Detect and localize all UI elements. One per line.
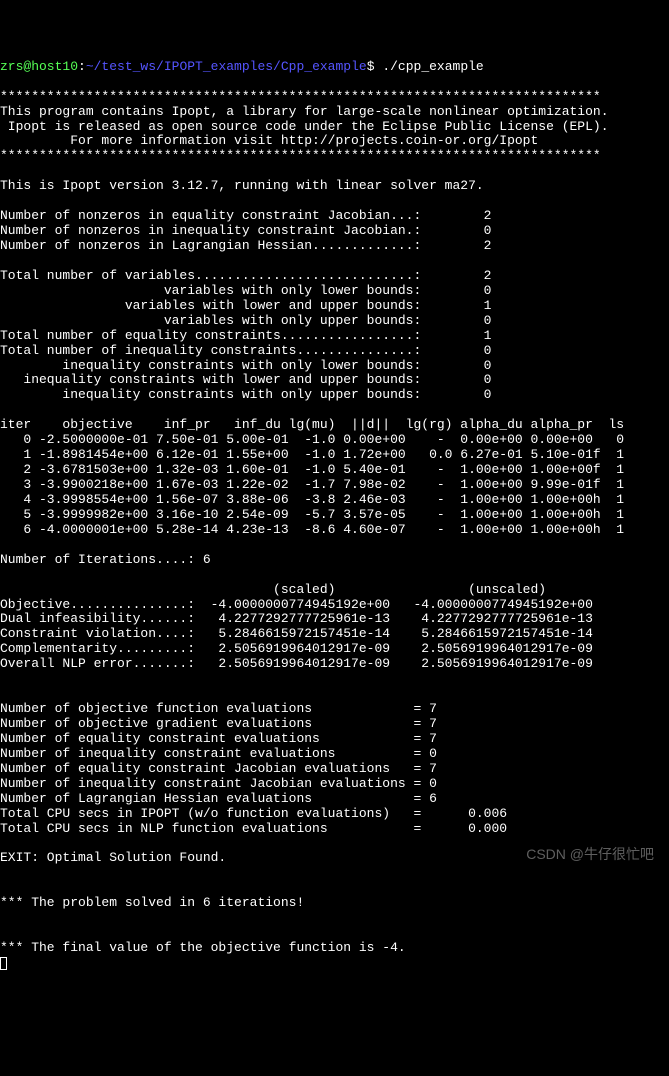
constraints-line: inequality constraints with only lower b… — [0, 358, 491, 373]
watermark: CSDN @牛仔很忙吧 — [526, 846, 654, 862]
variables-line: variables with lower and upper bounds: 1 — [0, 298, 491, 313]
nonzeros-line: Number of nonzeros in equality constrain… — [0, 208, 491, 223]
eval-line: Total CPU secs in IPOPT (w/o function ev… — [0, 806, 507, 821]
terminal-output: zrs@host10:~/test_ws/IPOPT_examples/Cpp_… — [0, 60, 669, 971]
variables-line: Total number of variables...............… — [0, 268, 491, 283]
result-line: Dual infeasibility......: 4.227729277772… — [0, 611, 593, 626]
divider-stars: ****************************************… — [0, 89, 601, 104]
eval-line: Number of inequality constraint evaluati… — [0, 746, 437, 761]
prompt-dollar: $ — [367, 59, 375, 74]
iteration-header: iter objective inf_pr inf_du lg(mu) ||d|… — [0, 417, 624, 432]
nonzeros-line: Number of nonzeros in inequality constra… — [0, 223, 491, 238]
nonzeros-line: Number of nonzeros in Lagrangian Hessian… — [0, 238, 491, 253]
result-line: Complementarity.........: 2.505691996401… — [0, 641, 593, 656]
success-line: *** The problem solved in 6 iterations! — [0, 895, 304, 910]
version-line: This is Ipopt version 3.12.7, running wi… — [0, 178, 484, 193]
command-text: ./cpp_example — [382, 59, 483, 74]
final-line: *** The final value of the objective fun… — [0, 940, 406, 955]
iteration-row: 5 -3.9999982e+00 3.16e-10 2.54e-09 -5.7 … — [0, 507, 624, 522]
eval-line: Number of objective gradient evaluations… — [0, 716, 437, 731]
variables-line: variables with only lower bounds: 0 — [0, 283, 491, 298]
iteration-row: 1 -1.8981454e+00 6.12e-01 1.55e+00 -1.0 … — [0, 447, 624, 462]
eval-line: Number of inequality constraint Jacobian… — [0, 776, 437, 791]
variables-line: variables with only upper bounds: 0 — [0, 313, 491, 328]
result-line: Objective...............: -4.00000007749… — [0, 597, 593, 612]
iteration-row: 0 -2.5000000e-01 7.50e-01 5.00e-01 -1.0 … — [0, 432, 624, 447]
divider-stars: ****************************************… — [0, 148, 601, 163]
iteration-row: 4 -3.9998554e+00 1.56e-07 3.88e-06 -3.8 … — [0, 492, 624, 507]
result-line: Overall NLP error.......: 2.505691996401… — [0, 656, 593, 671]
header-line1: This program contains Ipopt, a library f… — [0, 104, 609, 119]
constraints-line: inequality constraints with only upper b… — [0, 387, 491, 402]
cursor[interactable] — [0, 957, 7, 970]
exit-line: EXIT: Optimal Solution Found. — [0, 850, 226, 865]
constraints-line: inequality constraints with lower and up… — [0, 372, 491, 387]
num-iterations: Number of Iterations....: 6 — [0, 552, 211, 567]
eval-line: Number of equality constraint Jacobian e… — [0, 761, 437, 776]
eval-line: Number of Lagrangian Hessian evaluations… — [0, 791, 437, 806]
constraints-line: Total number of equality constraints....… — [0, 328, 491, 343]
header-line2: Ipopt is released as open source code un… — [0, 119, 609, 134]
eval-line: Number of equality constraint evaluation… — [0, 731, 437, 746]
iteration-row: 2 -3.6781503e+00 1.32e-03 1.60e-01 -1.0 … — [0, 462, 624, 477]
eval-line: Number of objective function evaluations… — [0, 701, 437, 716]
header-line3: For more information visit http://projec… — [0, 133, 538, 148]
constraints-line: Total number of inequality constraints..… — [0, 343, 491, 358]
scaled-header: (scaled) (unscaled) — [0, 582, 546, 597]
iteration-row: 3 -3.9900218e+00 1.67e-03 1.22e-02 -1.7 … — [0, 477, 624, 492]
prompt-path: ~/test_ws/IPOPT_examples/Cpp_example — [86, 59, 367, 74]
eval-line: Total CPU secs in NLP function evaluatio… — [0, 821, 507, 836]
result-line: Constraint violation....: 5.284661597215… — [0, 626, 593, 641]
iteration-row: 6 -4.0000001e+00 5.28e-14 4.23e-13 -8.6 … — [0, 522, 624, 537]
prompt-colon: : — [78, 59, 86, 74]
prompt-user: zrs@host10 — [0, 59, 78, 74]
